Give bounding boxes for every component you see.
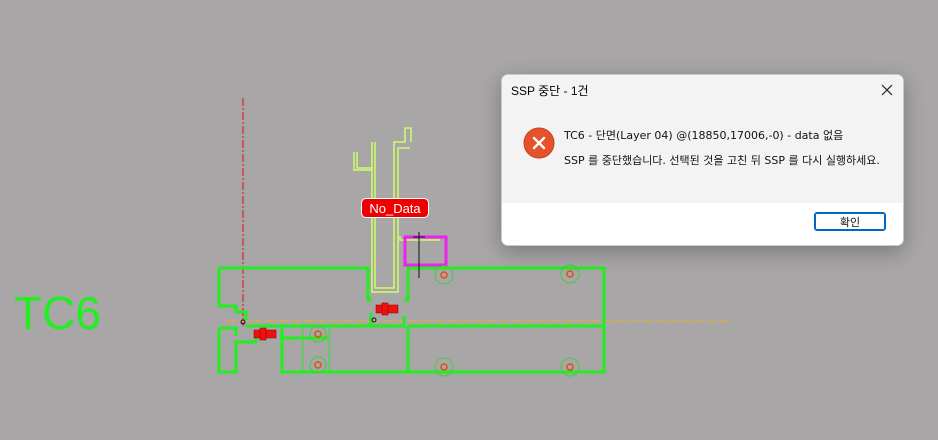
dialog-body: TC6 - 단면(Layer 04) @(18850,17006,-0) - d…: [502, 105, 903, 203]
ok-button[interactable]: 확인: [814, 212, 886, 231]
highlight-bracket: [403, 235, 448, 267]
error-message-instruction: SSP 를 중단했습니다. 선택된 것을 고친 뒤 SSP 를 다시 실행하세요…: [564, 154, 880, 167]
inner-panel: [302, 326, 330, 372]
error-message-detail: TC6 - 단면(Layer 04) @(18850,17006,-0) - d…: [564, 129, 844, 142]
frame-profile: [217, 266, 606, 374]
section-label: TC6: [14, 287, 101, 339]
gasket-left: [253, 327, 277, 341]
error-dialog: SSP 중단 - 1건 TC6 - 단면(Layer 04) @(18850,1…: [501, 74, 904, 246]
gasket-center: [375, 302, 399, 316]
close-button[interactable]: [871, 75, 903, 105]
dialog-title: SSP 중단 - 1건: [511, 84, 589, 98]
dialog-footer: 확인: [502, 203, 903, 245]
no-data-tag: No_Data: [361, 198, 429, 218]
dialog-titlebar[interactable]: SSP 중단 - 1건: [502, 75, 903, 105]
error-icon: [523, 127, 555, 159]
close-icon: [881, 84, 893, 96]
